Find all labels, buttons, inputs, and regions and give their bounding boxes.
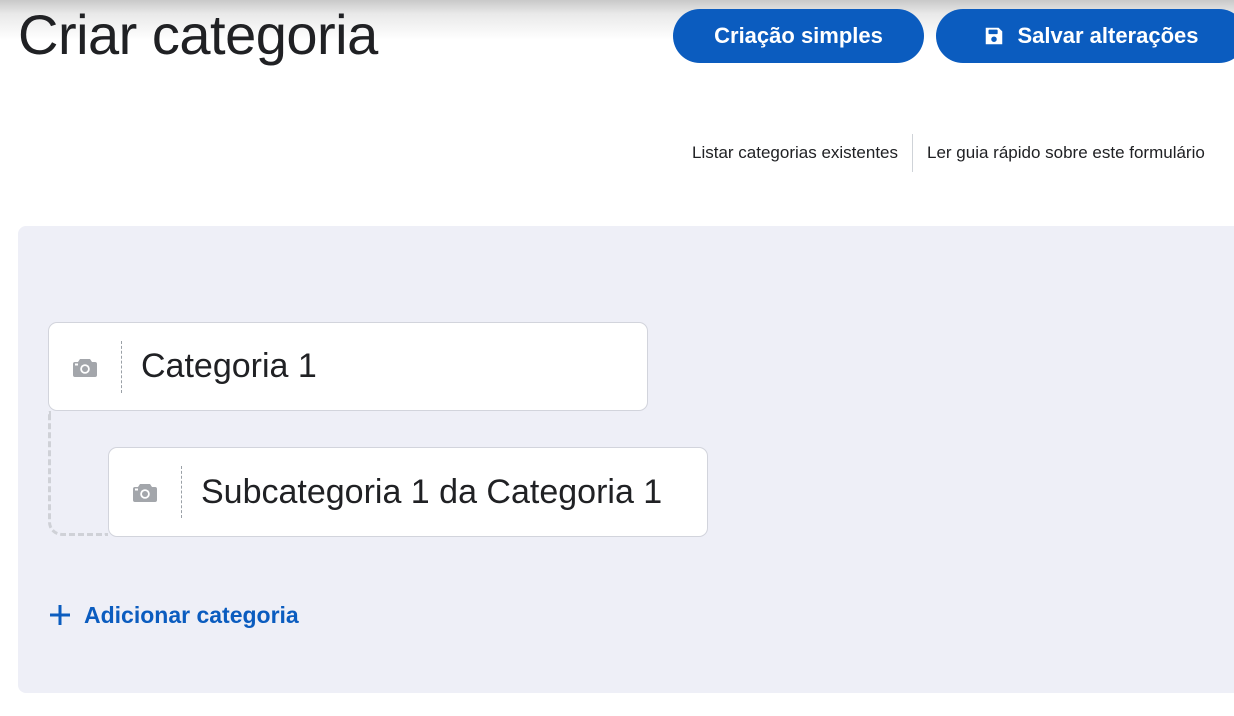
- tree-connector: [48, 411, 108, 536]
- category-name-input[interactable]: [122, 335, 647, 398]
- floppy-disk-icon: [986, 27, 1003, 45]
- category-tree-panel: Adicionar categoria: [18, 226, 1234, 693]
- plus-icon: [50, 605, 70, 625]
- category-row: [48, 322, 648, 411]
- save-changes-button[interactable]: Salvar alterações: [936, 9, 1234, 63]
- header-links: Listar categorias existentes Ler guia rá…: [692, 134, 1205, 172]
- simple-creation-label: Criação simples: [714, 23, 883, 48]
- page-title: Criar categoria: [18, 3, 378, 66]
- simple-creation-button[interactable]: Criação simples: [673, 9, 924, 63]
- subcategory-image-button[interactable]: [109, 448, 181, 536]
- save-changes-label: Salvar alterações: [1017, 23, 1199, 48]
- category-image-button[interactable]: [49, 323, 121, 410]
- add-category-button[interactable]: Adicionar categoria: [50, 598, 299, 632]
- camera-icon: [73, 358, 97, 377]
- link-divider: [912, 134, 913, 172]
- subcategory-row: [108, 447, 708, 537]
- subcategory-name-input[interactable]: [182, 461, 707, 523]
- add-category-label: Adicionar categoria: [84, 601, 299, 628]
- camera-icon: [133, 484, 157, 502]
- list-categories-link[interactable]: Listar categorias existentes: [692, 143, 898, 163]
- quick-guide-link[interactable]: Ler guia rápido sobre este formulário: [927, 143, 1205, 163]
